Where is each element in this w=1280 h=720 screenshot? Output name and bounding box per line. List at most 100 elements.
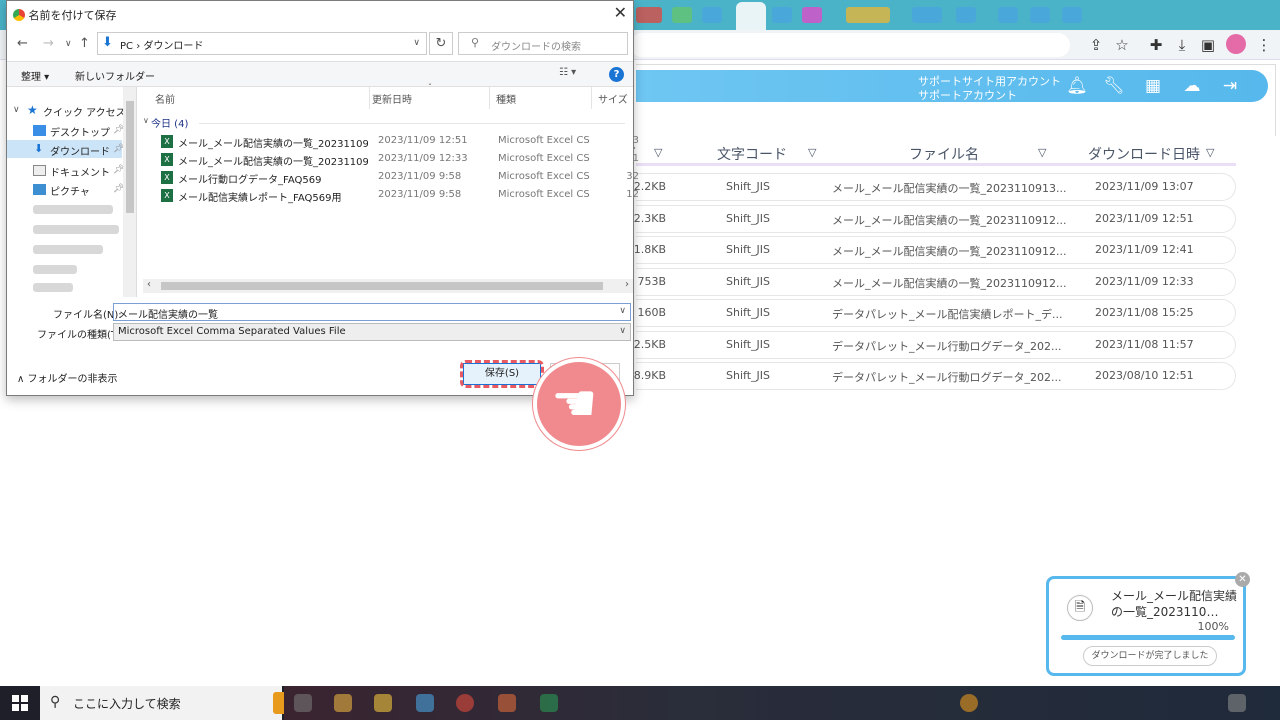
excel-file-icon: X [161,189,173,202]
profile-avatar[interactable] [1226,34,1246,54]
column-size-header[interactable]: サイズ [598,91,628,106]
quick-access-item[interactable]: クイック アクセス [43,104,126,119]
app-icon[interactable] [498,694,516,712]
scroll-left-icon[interactable]: ‹ [147,279,151,290]
search-input[interactable]: ⚲ ダウンロードの検索 [458,32,628,55]
browser-tab[interactable] [1030,7,1050,23]
download-row[interactable]: 1.8KB Shift_JIS メール_メール配信実績の一覧_2023110912.… [634,236,1236,264]
file-horizontal-scrollbar[interactable]: ‹ › [143,279,633,293]
app-icon[interactable] [416,694,434,712]
refresh-icon[interactable]: ↻ [429,32,453,55]
pointing-hand-icon: ☚ [551,374,598,434]
nav-item-documents[interactable]: ドキュメント [50,164,110,179]
up-arrow-icon[interactable]: ↑ [79,36,90,51]
chevron-down-icon[interactable]: ∨ [619,306,626,316]
sidebar-icon[interactable]: ▣ [1198,35,1218,55]
column-encoding-header[interactable]: 文字コード [717,144,787,164]
browser-tab[interactable] [702,7,722,23]
download-row[interactable]: 2.3KB Shift_JIS メール_メール配信実績の一覧_2023110912.… [634,204,1236,233]
new-folder-button[interactable]: 新しいフォルダー [75,68,155,83]
nav-item-desktop[interactable]: デスクトップ [50,124,110,139]
browser-tab[interactable] [912,7,942,23]
file-row[interactable]: X メール行動ログデータ_FAQ569 2023/11/09 9:58 Microso… [157,169,639,187]
file-row[interactable]: X メール_メール配信実績の一覧_20231109125... 2023/11/09… [157,133,639,151]
browser-tab[interactable] [802,7,822,23]
file-row[interactable]: X メール配信実績レポート_FAQ569用 2023/11/09 9:58 Micro… [157,187,639,205]
browser-tab[interactable] [772,7,792,23]
close-icon[interactable]: ✕ [1235,572,1250,587]
browser-tab[interactable] [636,7,662,23]
chevron-down-icon[interactable]: ∨ [413,38,420,48]
nav-scroll-thumb[interactable] [126,101,134,213]
taskbar-search-box[interactable]: ⚲ ここに入力して検索 [40,686,299,720]
column-modified-header[interactable]: 更新日時 [372,91,412,106]
chevron-down-icon[interactable]: ∨ [619,326,626,336]
dialog-nav-bar: ← → ∨ ↑ ⬇ PC › ダウンロード ∨ ↻ ⚲ ダウンロードの検索 [7,29,633,59]
scroll-thumb[interactable] [161,282,603,290]
excel-icon[interactable] [540,694,558,712]
folder-icon[interactable] [334,694,352,712]
download-icon[interactable]: ⤓ [1172,35,1192,55]
path-pc[interactable]: PC [120,41,133,52]
forward-arrow-icon[interactable]: → [43,36,54,51]
column-name-header[interactable]: 名前 [155,91,175,106]
active-tab[interactable] [736,2,766,30]
download-complete-button[interactable]: ダウンロードが完了しました [1083,646,1217,666]
chevron-down-icon[interactable]: ▽ [654,146,662,159]
help-icon[interactable]: ? [609,67,624,82]
puzzle-icon[interactable]: ✚ [1146,35,1166,55]
chevron-down-icon[interactable]: ∨ [143,116,149,125]
file-explorer-icon[interactable] [374,694,392,712]
download-row[interactable]: 2.2KB Shift_JIS メール_メール配信実績の一覧_2023110913.… [634,173,1236,201]
weather-icon[interactable] [960,694,978,712]
chevron-down-icon[interactable]: ∨ [13,105,20,115]
grid-icon[interactable]: ▦ [1142,75,1164,97]
nav-item-downloads[interactable]: ダウンロード [50,143,110,158]
browser-tab[interactable] [846,7,890,23]
filetype-select[interactable]: Microsoft Excel Comma Separated Values F… [113,323,631,341]
chevron-down-icon[interactable]: ▽ [1206,146,1214,159]
column-date-header[interactable]: ダウンロード日時 [1088,144,1200,164]
logout-icon[interactable]: ⇥ [1219,75,1241,97]
nav-item-pictures[interactable]: ピクチャ [50,183,90,198]
download-row[interactable]: 160B Shift_JIS データパレット_メール配信実績レポート_デ... 202… [636,299,1236,327]
path-bar[interactable]: ⬇ PC › ダウンロード ∨ [97,32,427,55]
chrome-icon[interactable] [456,694,474,712]
share-icon[interactable]: ⇪ [1086,35,1106,55]
windows-start-icon[interactable] [12,695,28,711]
browser-tab[interactable] [1062,7,1082,23]
group-today[interactable]: 今日 (4) [151,115,188,130]
column-filename-header[interactable]: ファイル名 [909,144,979,164]
wrench-icon[interactable]: 🔧︎ [1103,75,1125,97]
download-row[interactable]: 753B Shift_JIS メール_メール配信実績の一覧_2023110912..… [636,267,1236,296]
chat-icon[interactable]: ☁ [1181,75,1203,97]
row-date: 2023/11/09 12:41 [1095,243,1194,256]
download-row[interactable]: 42.5KB Shift_JIS データパレット_メール行動ログデータ_202...… [627,330,1236,359]
back-arrow-icon[interactable]: ← [17,36,28,51]
close-icon[interactable]: ✕ [614,3,627,22]
column-type-header[interactable]: 種類 [496,91,516,106]
download-row[interactable]: 58.9KB Shift_JIS データパレット_メール行動ログデータ_202...… [627,362,1236,390]
scroll-right-icon[interactable]: › [625,279,629,290]
taskbar-search-placeholder: ここに入力して検索 [73,697,181,711]
organize-button[interactable]: 整理 ▾ [21,68,49,83]
star-icon[interactable]: ☆ [1112,35,1132,55]
view-options-icon[interactable]: ☷ ▾ [559,67,576,78]
browser-tab[interactable] [672,7,692,23]
path-folder[interactable]: ダウンロード [143,41,203,52]
url-field[interactable] [630,33,1070,57]
file-type: Microsoft Excel CS... [498,135,590,146]
filename-input[interactable]: メール配信実績の一覧 ∨ [113,303,631,321]
notification-icon[interactable] [1228,694,1246,712]
document-icon: 🗎 [1067,595,1093,621]
browser-tab[interactable] [956,7,976,23]
file-row[interactable]: X メール_メール配信実績の一覧_20231109123... 2023/11/09… [157,151,639,169]
browser-tab[interactable] [998,7,1018,23]
menu-icon[interactable]: ⋮ [1254,35,1274,55]
chevron-down-icon[interactable]: ▽ [808,146,816,159]
task-view-icon[interactable] [294,694,312,712]
recent-dropdown-icon[interactable]: ∨ [65,39,72,49]
bell-icon[interactable]: 🔔︎ [1066,75,1088,97]
chevron-down-icon[interactable]: ▽ [1038,146,1046,159]
hide-folders-button[interactable]: ∧ フォルダーの非表示 [17,370,118,385]
